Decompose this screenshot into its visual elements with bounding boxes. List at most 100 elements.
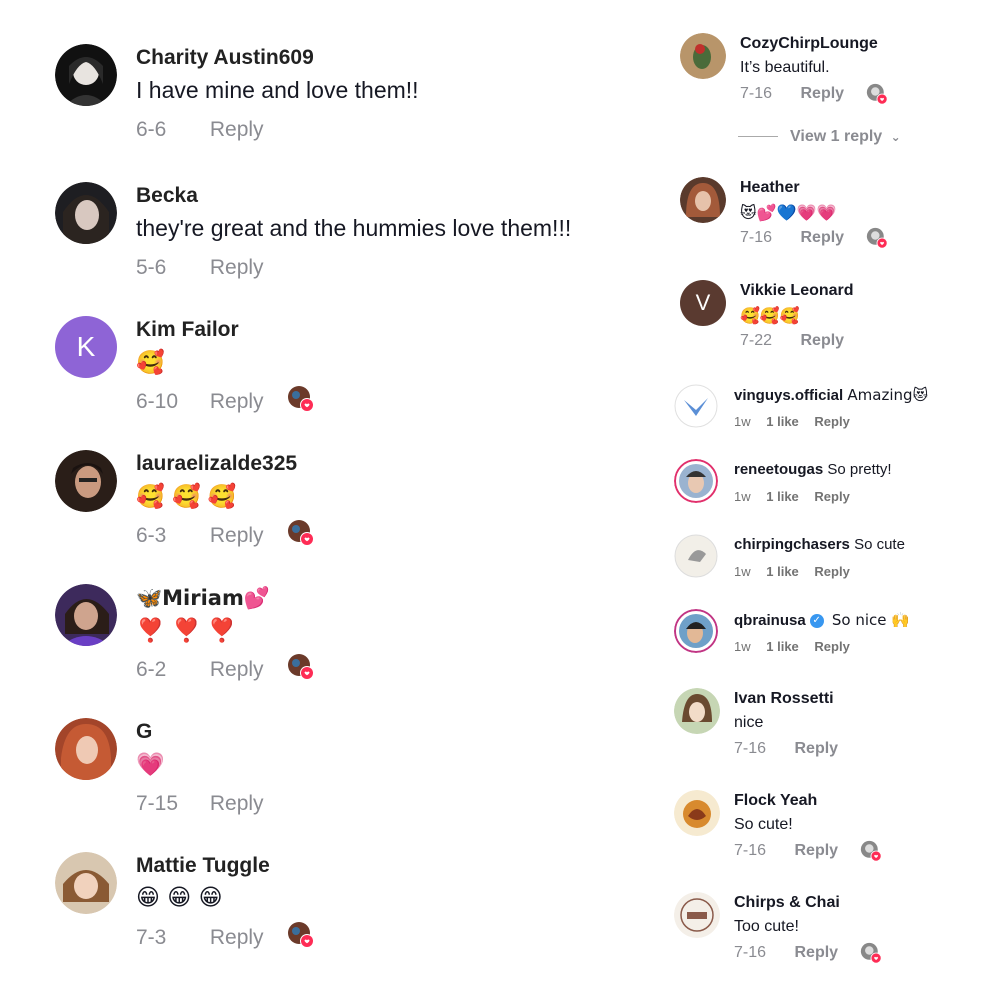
view-replies-label: View 1 reply [790,128,883,145]
comment-author[interactable]: Kim Failor [136,318,239,342]
avatar[interactable] [55,44,117,106]
comment-date: 7-16 [734,842,767,859]
avatar[interactable] [680,33,726,79]
comment-author[interactable]: vinguys.official [734,387,843,404]
comment-time: 1w [734,564,751,579]
comment-author[interactable]: Heather [740,179,800,197]
reply-button[interactable]: Reply [210,658,264,681]
comment-item: 🦋Miriam💕 ❣️ ❣️ ❣️ 6-2 Reply [55,584,655,704]
avatar[interactable] [55,450,117,512]
avatar[interactable]: K [55,316,117,378]
comment-author[interactable]: reneetougas [734,461,823,478]
reply-button[interactable]: Reply [210,926,264,949]
comment-meta: 6-3 Reply [136,524,264,548]
likes-count[interactable]: 1 like [766,489,799,504]
comment-meta: 7-16 Reply [734,842,838,860]
avatar[interactable] [674,459,718,503]
reply-button[interactable]: Reply [814,564,849,579]
comment-item: G 💗 7-15 Reply [55,718,655,838]
comment-author[interactable]: Chirps & Chai [734,894,840,912]
comment-author[interactable]: CozyChirpLounge [740,35,878,53]
comment-text: So pretty! [827,461,892,478]
avatar[interactable] [674,384,718,428]
comment-date: 7-16 [734,740,767,757]
reply-button[interactable]: Reply [800,332,844,349]
comment-author[interactable]: 🦋Miriam💕 [136,586,270,611]
reply-button[interactable]: Reply [814,414,849,429]
creator-liked-icon [866,227,888,249]
avatar[interactable] [674,892,720,938]
reply-button[interactable]: Reply [814,489,849,504]
comment-date: 7-16 [740,229,773,246]
creator-liked-icon [866,83,888,105]
creator-liked-icon [288,922,314,948]
comment-meta: 6-6 Reply [136,118,264,142]
comment-author[interactable]: Vikkie Leonard [740,282,854,300]
comment-time: 1w [734,489,751,504]
reply-button[interactable]: Reply [210,792,264,815]
avatar[interactable] [674,688,720,734]
likes-count[interactable]: 1 like [766,564,799,579]
creator-liked-icon [860,942,882,964]
comment-date: 6-2 [136,658,167,681]
reply-button[interactable]: Reply [794,944,838,961]
reply-button[interactable]: Reply [210,390,264,413]
reply-button[interactable]: Reply [814,639,849,654]
avatar[interactable] [55,852,117,914]
comment-item: K Kim Failor 🥰 6-10 Reply [55,316,655,436]
comment-text: 😻💕💙💗💗 [740,203,837,222]
comment-author[interactable]: lauraelizalde325 [136,452,297,476]
comment-text: 🥰 🥰 🥰 [136,484,237,510]
comment-meta: 6-10 Reply [136,390,264,414]
comment-text: Too cute! [734,918,799,935]
reply-button[interactable]: Reply [800,85,844,102]
comment-text: ❣️ ❣️ ❣️ [136,618,237,644]
comment-author[interactable]: qbrainusa [734,612,806,629]
comment-meta: 1w 1 like Reply [734,489,862,504]
comment-date: 6-6 [136,118,167,141]
comment-item: lauraelizalde325 🥰 🥰 🥰 6-3 Reply [55,450,655,570]
reply-button[interactable]: Reply [210,118,264,141]
verified-badge-icon: ✓ [809,614,824,629]
avatar[interactable] [55,718,117,780]
reply-button[interactable]: Reply [794,842,838,859]
comment-author[interactable]: Becka [136,184,198,208]
avatar[interactable]: V [680,280,726,326]
reply-button[interactable]: Reply [794,740,838,757]
comment-meta: 1w 1 like Reply [734,414,862,429]
reply-button[interactable]: Reply [210,524,264,547]
avatar-letter: K [76,331,96,362]
comment-text: I have mine and love them!! [136,77,419,103]
comment-line: vinguys.official Amazing😻 [734,386,928,404]
comment-date: 6-3 [136,524,167,547]
comment-meta: 7-16 Reply [734,944,838,962]
comment-meta: 7-16 Reply [740,229,844,247]
avatar[interactable] [55,584,117,646]
avatar[interactable] [674,790,720,836]
comment-author[interactable]: Ivan Rossetti [734,690,834,708]
comment-line: qbrainusa ✓ So nice 🙌 [734,611,910,629]
comment-date: 6-10 [136,390,179,413]
likes-count[interactable]: 1 like [766,639,799,654]
comment-author[interactable]: chirpingchasers [734,536,850,553]
avatar[interactable] [55,182,117,244]
comment-text: So nice 🙌 [831,611,910,629]
comment-author[interactable]: Mattie Tuggle [136,854,270,878]
view-replies-button[interactable]: View 1 reply ⌄ [738,128,901,146]
comment-author[interactable]: Flock Yeah [734,792,817,810]
comment-date: 5-6 [136,256,167,279]
reply-button[interactable]: Reply [800,229,844,246]
reply-button[interactable]: Reply [210,256,264,279]
comment-author[interactable]: Charity Austin609 [136,46,314,70]
creator-liked-icon [288,386,314,412]
comment-meta: 7-3 Reply [136,926,264,950]
comment-line: chirpingchasers So cute [734,536,905,553]
avatar[interactable] [674,609,718,653]
comment-item: Becka they're great and the hummies love… [55,182,655,302]
avatar[interactable] [680,177,726,223]
comment-meta: 7-15 Reply [136,792,264,816]
creator-liked-icon [288,654,314,680]
likes-count[interactable]: 1 like [766,414,799,429]
avatar[interactable] [674,534,718,578]
comment-author[interactable]: G [136,720,152,744]
